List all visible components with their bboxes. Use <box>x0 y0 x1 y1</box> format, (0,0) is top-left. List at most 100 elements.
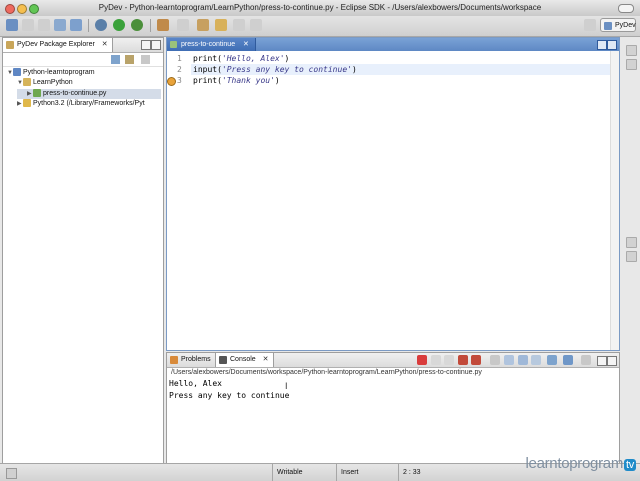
open-console-icon[interactable] <box>563 355 573 365</box>
tab-pydev-package-explorer[interactable]: PyDev Package Explorer ✕ <box>3 38 113 52</box>
tree-item-label: Python3.2 (/Library/Frameworks/Pyt <box>33 100 145 107</box>
code-editor: press-to-continue ✕ 1 print('Hello, Alex… <box>166 37 620 351</box>
console-icon <box>219 356 227 364</box>
restore-icon[interactable] <box>626 45 637 56</box>
toolbar-separator <box>88 19 89 32</box>
collapse-all-icon[interactable] <box>111 55 120 64</box>
minimize-view-icon[interactable] <box>141 40 151 50</box>
tree-item-project[interactable]: ▼ Python-learntoprogram <box>7 68 95 78</box>
tree-item-file-selected[interactable]: ▶ press-to-continue.py <box>17 89 161 99</box>
line-number-gutter <box>167 51 191 350</box>
console-tab-label: Console <box>230 356 256 363</box>
problems-icon <box>170 356 178 364</box>
display-console-icon[interactable] <box>547 355 557 365</box>
status-insert-mode: Insert <box>336 464 399 481</box>
pydev-perspective-icon <box>604 22 612 30</box>
console-output-line: Press any key to continue <box>169 391 290 400</box>
maximize-view-icon[interactable] <box>607 356 617 366</box>
code-string: 'Thank you' <box>221 76 275 85</box>
code-line[interactable]: print('Hello, Alex') <box>193 53 289 64</box>
python-interpreter-icon <box>23 99 31 108</box>
right-trim-bar <box>621 37 640 462</box>
close-icon[interactable]: ✕ <box>102 41 108 48</box>
pin-console-icon[interactable] <box>531 355 541 365</box>
show-on-stdout-icon[interactable] <box>504 355 514 365</box>
perspective-label: PyDev <box>615 22 636 29</box>
scroll-lock-icon[interactable] <box>471 355 481 365</box>
clear-console-icon[interactable] <box>458 355 468 365</box>
explorer-tab-label: PyDev Package Explorer <box>17 41 95 48</box>
code-function: input( <box>193 65 222 74</box>
tree-item-label: Python-learntoprogram <box>23 69 95 76</box>
next-annotation-icon[interactable] <box>197 19 209 31</box>
window-title: PyDev - Python-learntoprogram/LearnPytho… <box>98 3 542 12</box>
save-icon[interactable] <box>22 19 34 31</box>
tab-console[interactable]: Console ✕ <box>216 353 274 367</box>
code-paren: ) <box>284 54 290 63</box>
python-icon[interactable] <box>70 19 82 31</box>
status-cursor-position: 2 : 33 <box>398 464 449 481</box>
tree-item-label: press-to-continue.py <box>43 90 107 97</box>
python-file-icon <box>170 41 177 48</box>
warning-marker-icon[interactable] <box>167 77 176 86</box>
editor-overview-ruler[interactable] <box>610 51 619 350</box>
open-perspective-icon[interactable] <box>584 19 596 31</box>
line-number: 1 <box>177 54 182 63</box>
tasks-view-icon[interactable] <box>626 251 637 262</box>
toolbar-toggle-button[interactable] <box>618 4 634 13</box>
tab-problems[interactable]: Problems <box>167 353 216 367</box>
run-icon[interactable] <box>113 19 125 31</box>
console-output-line: Hello, Alex <box>169 379 222 388</box>
view-menu-icon[interactable] <box>581 355 591 365</box>
new-icon[interactable] <box>6 19 18 31</box>
title-bar: PyDev - Python-learntoprogram/LearnPytho… <box>0 0 640 17</box>
editor-tab-label: press-to-continue <box>181 41 236 48</box>
open-type-icon[interactable] <box>157 19 169 31</box>
main-toolbar: PyDev <box>0 16 640 37</box>
remove-launch-icon[interactable] <box>431 355 441 365</box>
terminate-icon[interactable] <box>417 355 427 365</box>
word-wrap-icon[interactable] <box>490 355 500 365</box>
forward-icon[interactable] <box>250 19 262 31</box>
code-line[interactable]: print('Thank you') <box>193 75 280 86</box>
tree-item-label: LearnPython <box>33 79 73 86</box>
package-explorer-view: PyDev Package Explorer ✕ ▼ Python-learnto… <box>2 37 164 464</box>
code-function: print( <box>193 76 222 85</box>
back-icon[interactable] <box>233 19 245 31</box>
debug-icon[interactable] <box>95 19 107 31</box>
minimize-view-icon[interactable] <box>597 356 607 366</box>
view-menu-icon[interactable] <box>141 55 150 64</box>
last-edit-icon[interactable] <box>215 19 227 31</box>
tree-item-interpreter[interactable]: ▶ Python3.2 (/Library/Frameworks/Pyt <box>17 99 163 109</box>
code-line-current[interactable]: input('Press any key to continue') <box>193 64 357 75</box>
print-icon[interactable] <box>54 19 66 31</box>
show-on-stderr-icon[interactable] <box>518 355 528 365</box>
status-writable: Writable <box>272 464 337 481</box>
code-string: 'Hello, Alex' <box>221 54 285 63</box>
code-function: print( <box>193 54 222 63</box>
restore-icon[interactable] <box>626 237 637 248</box>
link-with-editor-icon[interactable] <box>125 55 134 64</box>
remove-all-icon[interactable] <box>444 355 454 365</box>
minimize-editor-icon[interactable] <box>597 40 607 50</box>
text-cursor-icon: I <box>285 381 288 391</box>
console-process-path: /Users/alexbowers/Documents/workspace/Py… <box>171 369 482 376</box>
tree-item-package[interactable]: ▼ LearnPython <box>17 78 73 88</box>
python-file-icon <box>33 89 41 98</box>
close-icon[interactable]: ✕ <box>243 41 249 48</box>
maximize-view-icon[interactable] <box>151 40 161 50</box>
fast-view-icon[interactable] <box>6 468 17 479</box>
run-external-icon[interactable] <box>131 19 143 31</box>
package-icon <box>23 78 31 87</box>
learntoprogram-logo: learntoprogram tv <box>526 455 636 472</box>
project-icon <box>13 68 21 77</box>
maximize-editor-icon[interactable] <box>607 40 617 50</box>
perspective-pydev-button[interactable]: PyDev <box>600 18 636 32</box>
line-number: 3 <box>177 76 182 85</box>
outline-view-icon[interactable] <box>626 59 637 70</box>
tab-press-to-continue[interactable]: press-to-continue ✕ <box>167 38 256 51</box>
close-icon[interactable]: ✕ <box>263 356 269 363</box>
annotation-icon[interactable] <box>177 19 189 31</box>
save-all-icon[interactable] <box>38 19 50 31</box>
toolbar-separator <box>150 19 151 32</box>
